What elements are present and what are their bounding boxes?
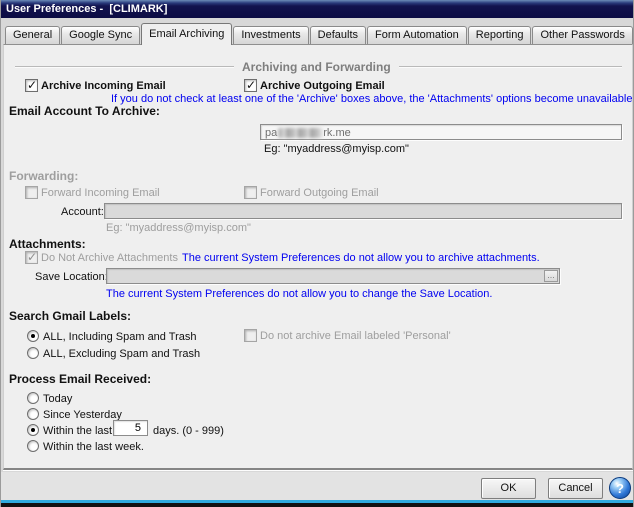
all-including-radio[interactable] xyxy=(27,330,39,342)
tab-investments[interactable]: Investments xyxy=(233,26,309,44)
help-icon[interactable]: ? xyxy=(609,477,631,499)
window-title: User Preferences - [CLIMARK] xyxy=(6,3,168,15)
save-location-note: The current System Preferences do not al… xyxy=(106,288,493,300)
personal-label-checkbox xyxy=(244,329,257,342)
email-account-value-prefix: pa xyxy=(265,127,278,139)
divider-line xyxy=(15,66,234,68)
within-days-label-after: days. (0 - 999) xyxy=(153,425,224,437)
since-yesterday-label[interactable]: Since Yesterday xyxy=(43,409,122,421)
cancel-button[interactable]: Cancel xyxy=(548,478,603,499)
email-account-value-suffix: rk.me xyxy=(323,127,351,139)
tab-other-passwords[interactable]: Other Passwords xyxy=(532,26,633,44)
today-label[interactable]: Today xyxy=(43,393,72,405)
section-title: Archiving and Forwarding xyxy=(242,60,391,74)
tab-general[interactable]: General xyxy=(5,26,61,44)
footer-bar xyxy=(1,472,633,500)
do-not-archive-attachments-checkbox xyxy=(25,250,38,264)
archive-incoming-label[interactable]: Archive Incoming Email xyxy=(41,80,166,92)
ok-button[interactable]: OK xyxy=(481,478,536,499)
section-archiving-and-forwarding: Archiving and Forwarding xyxy=(15,60,622,74)
window-bottom-edge xyxy=(1,503,633,507)
forward-incoming-checkbox xyxy=(25,186,38,199)
archive-incoming-checkbox[interactable] xyxy=(25,78,38,92)
title-bar: User Preferences - [CLIMARK] xyxy=(1,0,633,18)
personal-label-text: Do not archive Email labeled 'Personal' xyxy=(260,330,451,342)
email-account-hint: Eg: "myaddress@myisp.com" xyxy=(264,143,409,155)
within-week-radio[interactable] xyxy=(27,440,39,452)
forwarding-account-hint: Eg: "myaddress@myisp.com" xyxy=(106,222,251,234)
archive-outgoing-label[interactable]: Archive Outgoing Email xyxy=(260,80,385,92)
all-excluding-label[interactable]: ALL, Excluding Spam and Trash xyxy=(43,348,200,360)
since-yesterday-radio[interactable] xyxy=(27,408,39,420)
email-account-to-archive-label: Email Account To Archive: xyxy=(9,104,160,118)
days-input[interactable] xyxy=(113,420,148,436)
forwarding-section-label: Forwarding: xyxy=(9,169,79,183)
archive-outgoing-checkbox[interactable] xyxy=(244,78,257,92)
within-days-radio[interactable] xyxy=(27,424,39,436)
save-location-input: ... xyxy=(106,268,560,284)
within-days-label-before[interactable]: Within the last xyxy=(43,425,112,437)
within-week-label[interactable]: Within the last week. xyxy=(43,441,144,453)
save-location-label: Save Location: xyxy=(35,271,108,283)
all-excluding-radio[interactable] xyxy=(27,347,39,359)
email-account-input[interactable]: pa rk.me xyxy=(260,124,622,140)
redacted-text xyxy=(278,128,323,139)
tab-google-sync[interactable]: Google Sync xyxy=(61,26,141,44)
process-email-section-label: Process Email Received: xyxy=(9,372,152,386)
tab-form-automation[interactable]: Form Automation xyxy=(367,26,467,44)
archive-note: If you do not check at least one of the … xyxy=(111,93,634,105)
tab-bar: General Google Sync Email Archiving Inve… xyxy=(3,22,633,45)
forwarding-account-label: Account: xyxy=(61,206,104,218)
user-preferences-dialog: User Preferences - [CLIMARK] General Goo… xyxy=(0,0,634,507)
do-not-archive-attachments-label: Do Not Archive Attachments xyxy=(41,252,178,264)
forwarding-account-input xyxy=(104,203,622,219)
forward-incoming-label: Forward Incoming Email xyxy=(41,187,160,199)
all-including-label[interactable]: ALL, Including Spam and Trash xyxy=(43,331,196,343)
forward-outgoing-checkbox xyxy=(244,186,257,199)
today-radio[interactable] xyxy=(27,392,39,404)
attachments-section-label: Attachments: xyxy=(9,237,86,251)
tab-defaults[interactable]: Defaults xyxy=(309,26,366,44)
tab-reporting[interactable]: Reporting xyxy=(467,26,532,44)
browse-button: ... xyxy=(544,270,558,282)
attachments-note: The current System Preferences do not al… xyxy=(182,252,540,264)
divider-line xyxy=(398,66,622,68)
gmail-labels-section-label: Search Gmail Labels: xyxy=(9,309,132,323)
tab-email-archiving[interactable]: Email Archiving xyxy=(141,23,233,45)
forward-outgoing-label: Forward Outgoing Email xyxy=(260,187,379,199)
